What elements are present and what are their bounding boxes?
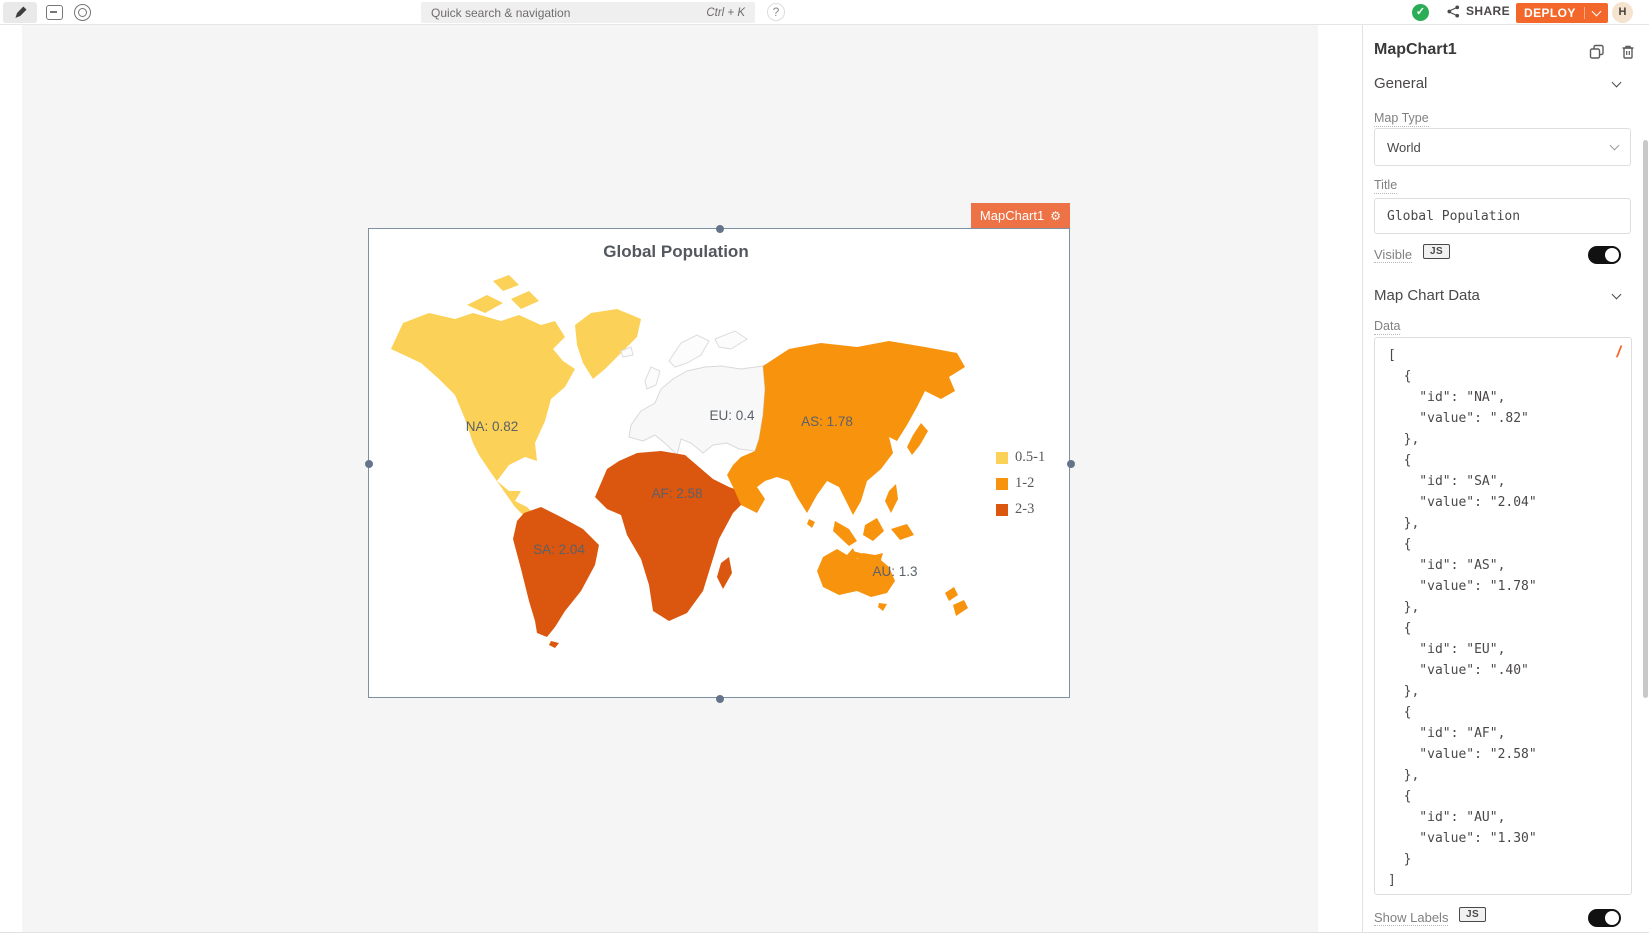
visible-switch[interactable]	[1588, 246, 1621, 264]
map-label-as: AS: 1.78	[801, 414, 853, 429]
comments-icon[interactable]	[46, 5, 63, 20]
title-label: Title	[1374, 178, 1397, 194]
legend-item[interactable]: 2-3	[996, 501, 1045, 518]
mapchart-widget[interactable]: Global Population	[368, 228, 1070, 698]
search-shortcut: Ctrl + K	[706, 7, 745, 19]
slash-command-icon[interactable]: /	[1617, 344, 1621, 362]
chevron-down-icon[interactable]	[1612, 290, 1622, 300]
chevron-down-icon[interactable]	[1591, 7, 1601, 17]
map-type-select[interactable]: World	[1374, 128, 1631, 166]
show-labels-switch[interactable]	[1588, 909, 1621, 927]
region-south-america[interactable]	[513, 507, 599, 648]
avatar[interactable]: H	[1612, 2, 1633, 23]
show-labels-label: Show Labels	[1374, 910, 1448, 926]
widget-name-tag[interactable]: MapChart1 ⚙	[971, 203, 1070, 228]
map-type-label: Map Type	[1374, 111, 1429, 127]
legend-label: 1-2	[1015, 475, 1034, 492]
legend-swatch-high	[996, 504, 1008, 516]
legend-label: 0.5-1	[1015, 449, 1045, 466]
map-type-value: World	[1387, 140, 1421, 155]
region-africa[interactable]	[595, 451, 751, 621]
chevron-down-icon	[1610, 141, 1620, 151]
legend-item[interactable]: 0.5-1	[996, 449, 1045, 466]
legend-label: 2-3	[1015, 501, 1034, 518]
trash-icon[interactable]	[1620, 44, 1636, 60]
title-input[interactable]: Global Population	[1374, 198, 1631, 234]
gear-icon[interactable]: ⚙	[1050, 210, 1061, 222]
edit-mode-button[interactable]	[3, 2, 37, 23]
share-icon	[1447, 5, 1460, 18]
resize-handle-top[interactable]	[716, 225, 724, 233]
property-pane: MapChart1 General Map Type World Title G…	[1362, 25, 1649, 932]
map-legend: 0.5-1 1-2 2-3	[996, 449, 1045, 518]
search-placeholder: Quick search & navigation	[431, 6, 706, 20]
resize-handle-left[interactable]	[365, 460, 373, 468]
preview-icon[interactable]	[74, 4, 91, 21]
data-code[interactable]: [ { "id": "NA", "value": ".82" }, { "id"…	[1388, 345, 1631, 891]
map-label-na: NA: 0.82	[466, 419, 519, 434]
map-label-af: AF: 2.58	[651, 486, 702, 501]
chevron-down-icon[interactable]	[1612, 78, 1622, 88]
region-europe[interactable]	[621, 331, 765, 455]
data-label: Data	[1374, 319, 1400, 335]
bottom-divider	[0, 932, 1649, 933]
visible-label: Visible	[1374, 247, 1412, 263]
search-input[interactable]: Quick search & navigation Ctrl + K	[421, 2, 755, 23]
deploy-divider	[1584, 7, 1585, 19]
world-map: NA: 0.82 EU: 0.4 AS: 1.78 AF: 2.58 SA: 2…	[369, 229, 1071, 699]
legend-swatch-low	[996, 452, 1008, 464]
deploy-label: DEPLOY	[1524, 6, 1576, 20]
section-general[interactable]: General	[1374, 75, 1427, 92]
pencil-icon	[13, 5, 28, 20]
widget-title[interactable]: MapChart1	[1374, 41, 1457, 59]
show-labels-js-toggle[interactable]: JS	[1459, 907, 1486, 922]
panel-scrollbar[interactable]	[1643, 140, 1648, 698]
app-root: Quick search & navigation Ctrl + K ? ✓ S…	[0, 0, 1649, 938]
deploy-button[interactable]: DEPLOY	[1516, 3, 1608, 23]
visible-js-toggle[interactable]: JS	[1423, 244, 1450, 259]
resize-handle-right[interactable]	[1067, 460, 1075, 468]
section-map-chart-data[interactable]: Map Chart Data	[1374, 287, 1480, 304]
map-label-sa: SA: 2.04	[533, 542, 585, 557]
resize-handle-bottom[interactable]	[716, 695, 724, 703]
share-label: SHARE	[1466, 4, 1510, 18]
title-value: Global Population	[1387, 209, 1520, 224]
widget-name-label: MapChart1	[980, 208, 1044, 223]
unshaded-outline-uk	[645, 367, 660, 389]
legend-item[interactable]: 1-2	[996, 475, 1045, 492]
data-code-editor[interactable]: [ { "id": "NA", "value": ".82" }, { "id"…	[1374, 337, 1632, 895]
copy-icon[interactable]	[1589, 44, 1605, 60]
share-button[interactable]: SHARE	[1447, 4, 1510, 18]
saved-check-icon: ✓	[1412, 4, 1429, 21]
region-australia[interactable]	[817, 548, 968, 616]
legend-swatch-mid	[996, 478, 1008, 490]
unshaded-outline-scandinavia	[669, 335, 709, 367]
help-icon[interactable]: ?	[767, 3, 785, 21]
top-bar: Quick search & navigation Ctrl + K ? ✓ S…	[0, 0, 1649, 25]
map-label-eu: EU: 0.4	[709, 408, 755, 423]
map-label-au: AU: 1.3	[872, 564, 917, 579]
unshaded-outline-finland	[715, 331, 747, 349]
